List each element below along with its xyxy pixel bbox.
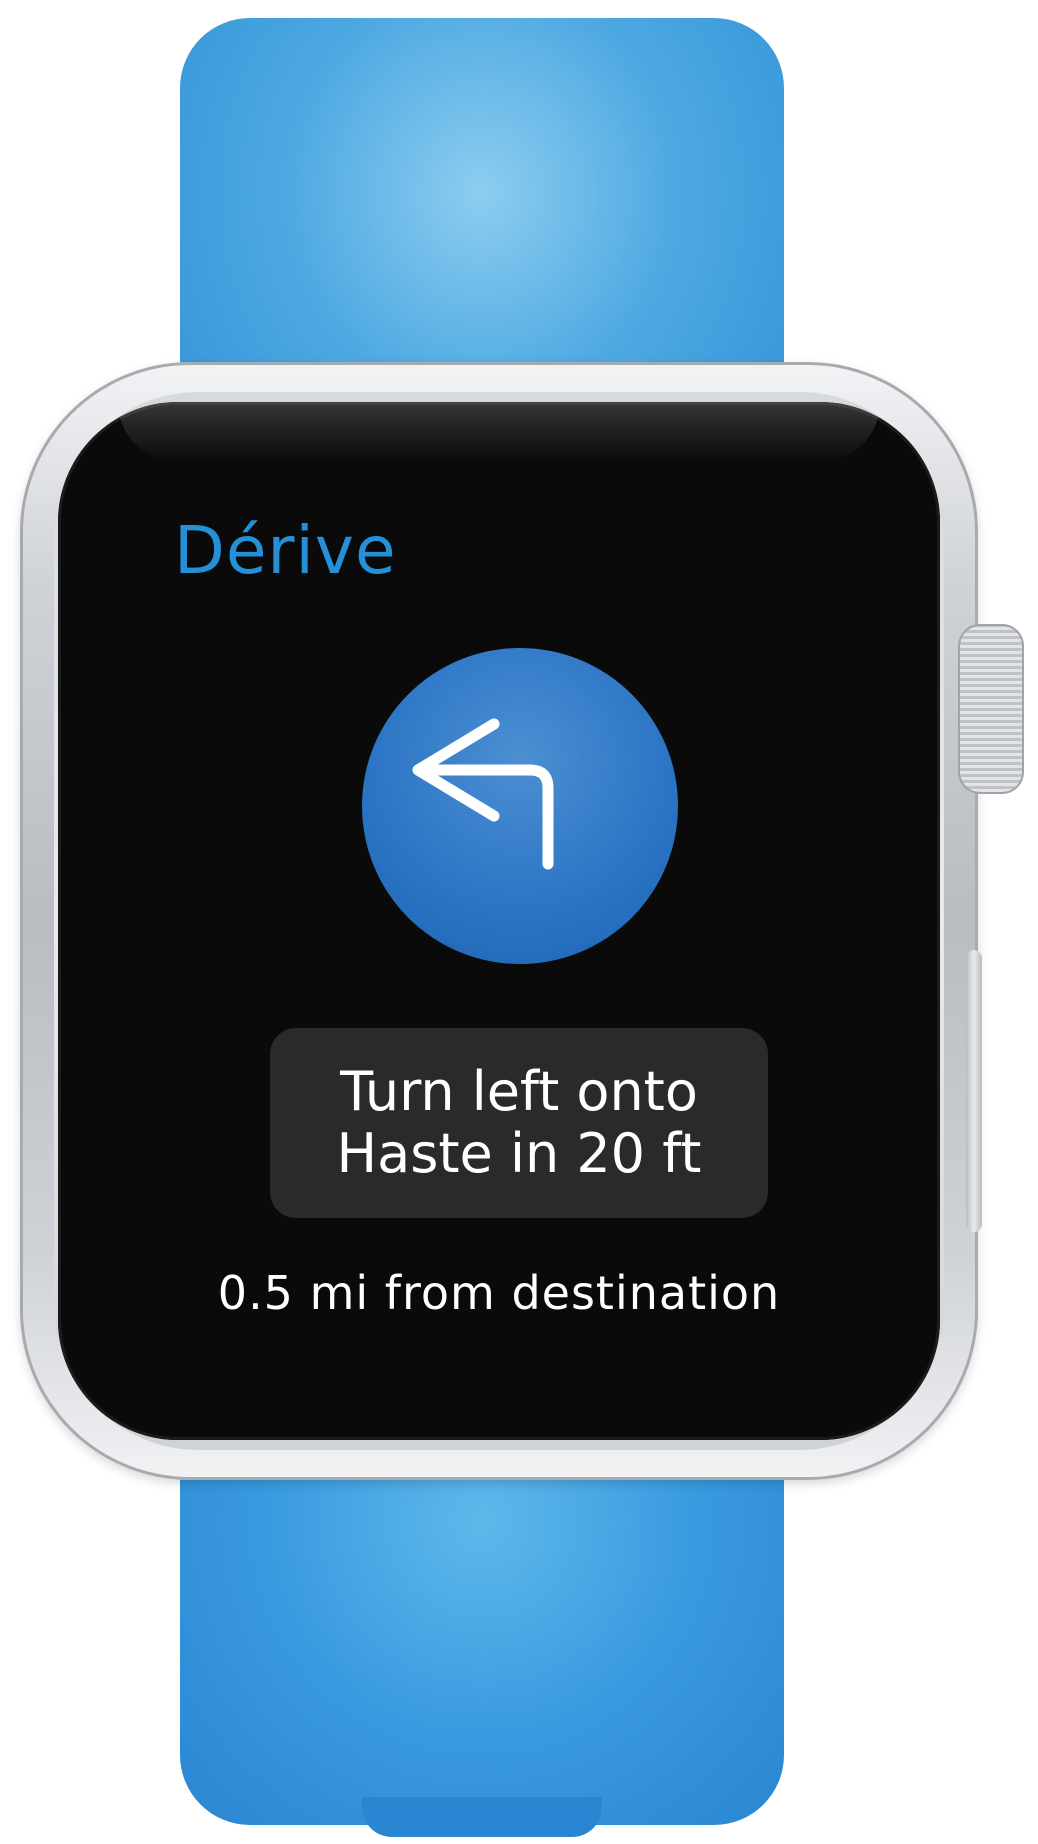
digital-crown[interactable] [958,624,1024,794]
instruction-line-1: Turn left onto [340,1060,698,1123]
app-title: Dérive [174,512,397,589]
distance-remaining: 0.5 mi from destination [217,1266,781,1320]
turn-indicator [362,648,678,964]
side-button[interactable] [966,950,982,1232]
watch-screen: Dérive Turn left onto Haste in 20 ft 0.5… [58,402,940,1440]
screen-gloss [118,402,880,462]
instruction-line-2: Haste in 20 ft [336,1122,702,1185]
instruction-card: Turn left onto Haste in 20 ft [270,1028,768,1218]
turn-left-arrow-icon [412,718,554,870]
